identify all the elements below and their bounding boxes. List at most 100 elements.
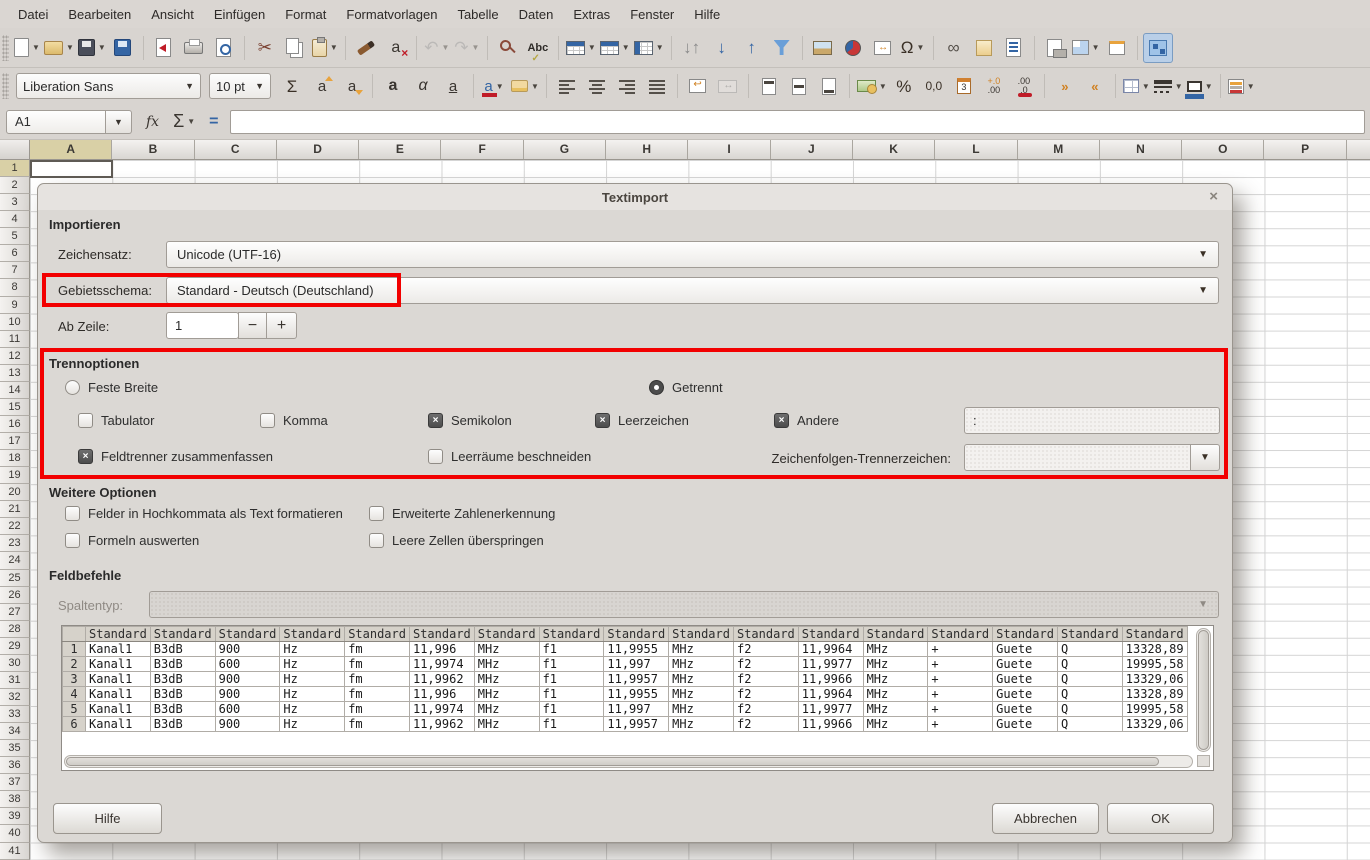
italic-icon[interactable]: α [408, 71, 438, 101]
chevron-down-icon[interactable]: ▼ [472, 43, 480, 52]
row-header-29[interactable]: 29 [0, 638, 30, 655]
clone-formatting-icon[interactable] [351, 33, 381, 63]
save-icon[interactable]: ▼ [76, 33, 108, 63]
column-header-c[interactable]: C [195, 140, 277, 159]
align-top-icon[interactable] [754, 71, 784, 101]
row-header-7[interactable]: 7 [0, 262, 30, 279]
preview-column-header-17[interactable]: Standard [1122, 627, 1187, 642]
checkbox-komma[interactable]: Komma [260, 413, 328, 428]
sort-ascending-icon[interactable]: ↓ [707, 33, 737, 63]
row-header-36[interactable]: 36 [0, 757, 30, 774]
delete-decimal-icon[interactable]: .00 .0 [1009, 71, 1039, 101]
vertical-scrollbar[interactable] [1196, 628, 1211, 752]
horizontal-scrollbar[interactable] [64, 755, 1193, 768]
insert-rows-icon[interactable]: ▼ [598, 33, 632, 63]
row-header-6[interactable]: 6 [0, 245, 30, 262]
checkbox-andere[interactable]: ×Andere [774, 413, 839, 428]
string-delimiter-combobox[interactable]: ▼ [964, 444, 1220, 471]
toolbar-drag-handle[interactable] [2, 73, 9, 99]
chevron-down-icon[interactable]: ▼ [32, 43, 40, 52]
row-header-15[interactable]: 15 [0, 399, 30, 416]
menu-item-fenster[interactable]: Fenster [620, 3, 684, 26]
align-justify-icon[interactable] [642, 71, 672, 101]
from-row-increment-button[interactable]: + [266, 312, 297, 339]
wrap-text-icon[interactable] [683, 71, 713, 101]
insert-columns-icon[interactable]: ▼ [632, 33, 666, 63]
headers-footers-icon[interactable] [999, 33, 1029, 63]
row-header-3[interactable]: 3 [0, 194, 30, 211]
checkbox-leere-zellen-uberspringen[interactable]: Leere Zellen überspringen [369, 533, 555, 548]
preview-column-header-11[interactable]: Standard [733, 627, 798, 642]
row-header-10[interactable]: 10 [0, 314, 30, 331]
row-header-23[interactable]: 23 [0, 535, 30, 552]
name-box-dropdown[interactable]: ▼ [106, 110, 132, 134]
increase-indent-icon[interactable]: » [1050, 71, 1080, 101]
borders-icon[interactable]: ▼ [1121, 71, 1152, 101]
close-icon[interactable]: × [1209, 188, 1218, 205]
split-window-icon[interactable] [1102, 33, 1132, 63]
column-header-k[interactable]: K [853, 140, 935, 159]
column-header-n[interactable]: N [1100, 140, 1182, 159]
align-left-icon[interactable] [552, 71, 582, 101]
chevron-down-icon[interactable]: ▼ [442, 43, 450, 52]
chevron-down-icon[interactable]: ▼ [187, 117, 195, 126]
menu-item-format[interactable]: Format [275, 3, 336, 26]
font-size-combo[interactable]: 10 pt ▼ [209, 73, 271, 99]
preview-column-header-1[interactable]: Standard [86, 627, 151, 642]
preview-column-header-15[interactable]: Standard [993, 627, 1058, 642]
align-bottom-icon[interactable] [814, 71, 844, 101]
freeze-panes-icon[interactable]: ▼ [1070, 33, 1102, 63]
row-header-2[interactable]: 2 [0, 177, 30, 194]
checkbox-leerraeume-beschneiden[interactable]: Leerräume beschneiden [428, 449, 591, 464]
paste-icon[interactable]: ▼ [310, 33, 340, 63]
currency-format-icon[interactable]: ▼ [855, 71, 889, 101]
copy-icon[interactable] [280, 33, 310, 63]
row-header-27[interactable]: 27 [0, 604, 30, 621]
chevron-down-icon[interactable]: ▼ [330, 43, 338, 52]
other-separator-input[interactable]: : [964, 407, 1220, 434]
preview-column-header-14[interactable]: Standard [928, 627, 993, 642]
row-header-40[interactable]: 40 [0, 825, 30, 842]
bold-icon[interactable]: a [378, 71, 408, 101]
name-box[interactable]: A1 [6, 110, 106, 134]
chevron-down-icon[interactable]: ▼ [1247, 82, 1255, 91]
checkbox-leerzeichen[interactable]: ×Leerzeichen [595, 413, 689, 428]
row-header-12[interactable]: 12 [0, 348, 30, 365]
chevron-down-icon[interactable]: ▼ [656, 43, 664, 52]
row-header-4[interactable]: 4 [0, 211, 30, 228]
menu-item-einfugen[interactable]: Einfügen [204, 3, 275, 26]
export-pdf-icon[interactable] [149, 33, 179, 63]
preview-column-header-2[interactable]: Standard [150, 627, 215, 642]
preview-column-header-9[interactable]: Standard [604, 627, 669, 642]
percent-format-icon[interactable]: % [889, 71, 919, 101]
menu-item-hilfe[interactable]: Hilfe [684, 3, 730, 26]
string-delimiter-field[interactable] [964, 444, 1191, 471]
preview-column-header-3[interactable]: Standard [215, 627, 280, 642]
checkbox-tabulator[interactable]: Tabulator [78, 413, 154, 428]
checkbox-formeln-auswerten[interactable]: Formeln auswerten [65, 533, 369, 548]
checkbox-erweiterte-zahlenerkennung[interactable]: Erweiterte Zahlenerkennung [369, 506, 555, 521]
preview-column-header-10[interactable]: Standard [669, 627, 734, 642]
font-color-icon[interactable]: a▼ [479, 71, 509, 101]
row-header-17[interactable]: 17 [0, 433, 30, 450]
vertical-scrollbar-thumb[interactable] [1198, 630, 1209, 750]
row-header-8[interactable]: 8 [0, 279, 30, 296]
number-format-icon[interactable]: 0,0 [919, 71, 949, 101]
horizontal-scrollbar-thumb[interactable] [66, 757, 1159, 766]
preview-column-header-8[interactable]: Standard [539, 627, 604, 642]
preview-column-header-7[interactable]: Standard [474, 627, 539, 642]
ok-button[interactable]: OK [1107, 803, 1214, 834]
row-header-34[interactable]: 34 [0, 723, 30, 740]
subscript-icon[interactable]: a [337, 71, 367, 101]
menu-item-daten[interactable]: Daten [509, 3, 564, 26]
row-header-30[interactable]: 30 [0, 655, 30, 672]
preview-column-header-12[interactable]: Standard [798, 627, 863, 642]
preview-column-header-16[interactable]: Standard [1057, 627, 1122, 642]
row-header-35[interactable]: 35 [0, 740, 30, 757]
equals-icon[interactable]: = [209, 113, 218, 131]
add-decimal-icon[interactable]: +.0 .00 [979, 71, 1009, 101]
chevron-down-icon[interactable]: ▼ [496, 82, 504, 91]
pivot-table-icon[interactable] [868, 33, 898, 63]
row-header-18[interactable]: 18 [0, 450, 30, 467]
preview-column-header-6[interactable]: Standard [409, 627, 474, 642]
